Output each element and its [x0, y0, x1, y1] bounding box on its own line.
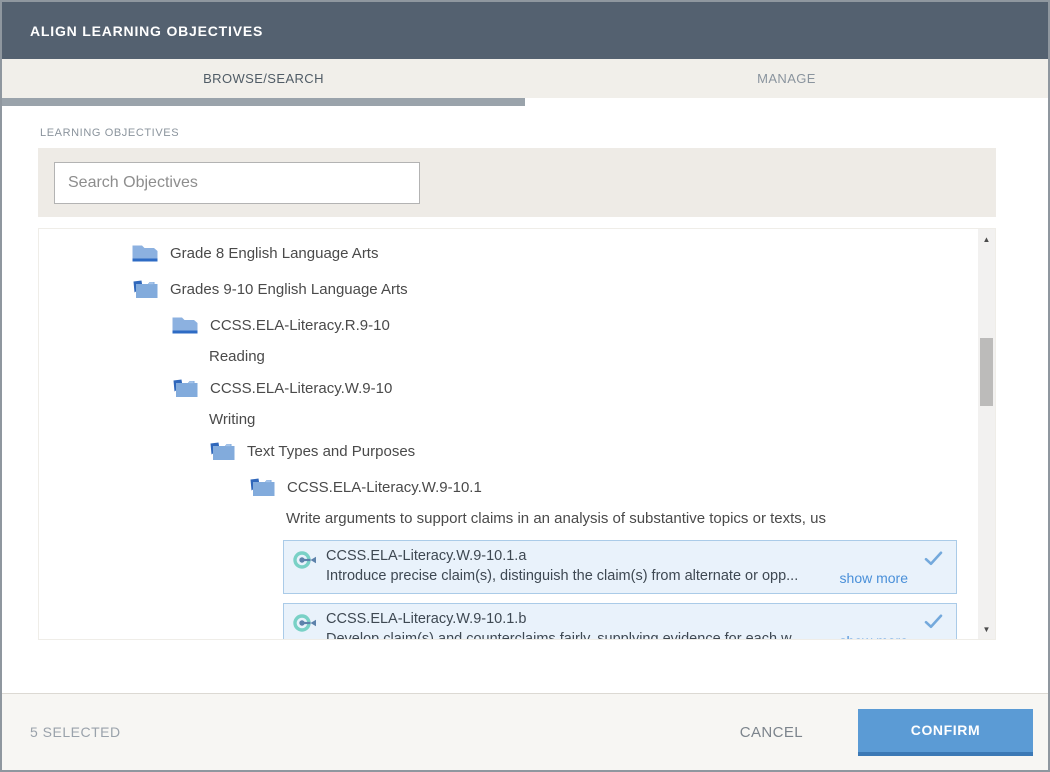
folder-open-icon: [249, 477, 275, 498]
folder-open-icon: [209, 441, 235, 462]
dialog-footer: 5 SELECTED CANCEL CONFIRM: [2, 693, 1048, 770]
tab-browse-search-label: BROWSE/SEARCH: [203, 71, 324, 86]
folder-label: CCSS.ELA-Literacy.W.9-10.1: [287, 479, 482, 496]
scroll-down-arrow-icon[interactable]: ▼: [978, 621, 995, 637]
folder-label: CCSS.ELA-Literacy.R.9-10: [210, 317, 390, 334]
objectives-tree: Grade 8 English Language Arts Grades 9-10…: [39, 229, 978, 639]
folder-label: CCSS.ELA-Literacy.W.9-10: [210, 380, 392, 397]
objective-target-icon: [293, 613, 319, 633]
tree-text-row: Reading: [39, 343, 978, 370]
folder-closed-icon: [132, 243, 158, 264]
active-tab-indicator: [2, 98, 525, 106]
show-more-link[interactable]: show more: [840, 633, 908, 639]
objective-description: Develop claim(s) and counterclaims fairl…: [326, 631, 803, 639]
search-objectives-input[interactable]: [54, 162, 420, 204]
objective-texts: CCSS.ELA-Literacy.W.9-10.1.a Introduce pr…: [326, 548, 798, 584]
tab-browse-search[interactable]: BROWSE/SEARCH: [2, 59, 525, 98]
objective-code: CCSS.ELA-Literacy.W.9-10.1.a: [326, 548, 798, 564]
objective-card[interactable]: CCSS.ELA-Literacy.W.9-10.1.b Develop clai…: [283, 603, 957, 639]
objective-description: Introduce precise claim(s), distinguish …: [326, 568, 798, 584]
cancel-button[interactable]: CANCEL: [740, 724, 803, 741]
tree-folder-row[interactable]: CCSS.ELA-Literacy.R.9-10: [39, 307, 978, 343]
folder-open-icon: [172, 378, 198, 399]
selected-check-icon: [924, 551, 943, 566]
objective-target-icon: [293, 550, 319, 570]
scroll-up-arrow-icon[interactable]: ▲: [978, 231, 995, 247]
tree-folder-row[interactable]: CCSS.ELA-Literacy.W.9-10.1: [39, 469, 978, 505]
dialog-header: ALIGN LEARNING OBJECTIVES: [2, 2, 1048, 59]
learning-objectives-label: LEARNING OBJECTIVES: [40, 127, 1048, 139]
dialog-title: ALIGN LEARNING OBJECTIVES: [30, 23, 263, 39]
show-more-link[interactable]: show more: [840, 570, 908, 586]
tab-manage-label: MANAGE: [757, 71, 816, 86]
confirm-button[interactable]: CONFIRM: [858, 709, 1033, 756]
tree-text-row: Write arguments to support claims in an …: [39, 505, 978, 532]
objective-code: CCSS.ELA-Literacy.W.9-10.1.b: [326, 611, 803, 627]
tree-scrollbar[interactable]: ▲ ▼: [978, 229, 995, 639]
tree-folder-row[interactable]: Text Types and Purposes: [39, 433, 978, 469]
tree-folder-row[interactable]: CCSS.ELA-Literacy.W.9-10: [39, 370, 978, 406]
tab-bar: BROWSE/SEARCH MANAGE: [2, 59, 1048, 98]
scrollbar-thumb[interactable]: [980, 338, 993, 406]
folder-closed-icon: [172, 315, 198, 336]
tree-text-label: Writing: [209, 411, 255, 428]
objective-card[interactable]: CCSS.ELA-Literacy.W.9-10.1.a Introduce pr…: [283, 540, 957, 594]
tree-text-label: Reading: [209, 348, 265, 365]
selected-count: 5 SELECTED: [30, 724, 121, 740]
folder-open-icon: [132, 279, 158, 300]
objective-texts: CCSS.ELA-Literacy.W.9-10.1.b Develop clai…: [326, 611, 803, 639]
tree-text-label: Write arguments to support claims in an …: [286, 510, 826, 527]
tab-manage[interactable]: MANAGE: [525, 59, 1048, 98]
selected-check-icon: [924, 614, 943, 629]
folder-label: Grade 8 English Language Arts: [170, 245, 378, 262]
tree-folder-row[interactable]: Grades 9-10 English Language Arts: [39, 271, 978, 307]
folder-label: Grades 9-10 English Language Arts: [170, 281, 408, 298]
search-panel: [38, 148, 996, 217]
align-learning-objectives-dialog: ALIGN LEARNING OBJECTIVES BROWSE/SEARCH …: [0, 0, 1050, 772]
tree-folder-row[interactable]: Grade 8 English Language Arts: [39, 235, 978, 271]
objectives-tree-container: Grade 8 English Language Arts Grades 9-10…: [38, 228, 996, 640]
tree-text-row: Writing: [39, 406, 978, 433]
tab-indicator-row: [2, 98, 1048, 106]
folder-label: Text Types and Purposes: [247, 443, 415, 460]
